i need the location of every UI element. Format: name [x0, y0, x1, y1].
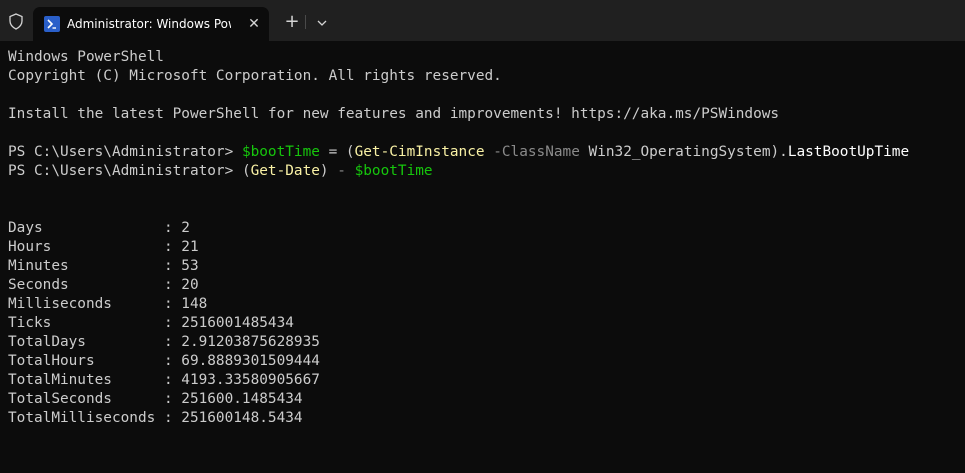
banner-line: Windows PowerShell: [8, 49, 164, 65]
operator: =: [319, 144, 346, 160]
cmdlet: Get-CimInstance: [354, 144, 485, 160]
output-line: Minutes : 53: [8, 258, 199, 274]
command-line-1: PS C:\Users\Administrator> $bootTime = (…: [8, 143, 958, 162]
paren: (: [241, 163, 251, 179]
output-line: Ticks : 2516001485434: [8, 315, 294, 331]
banner-line: [8, 86, 958, 105]
title-bar: Administrator: Windows PowerShell ✕ +: [0, 0, 965, 41]
tab-title: Administrator: Windows PowerShell: [67, 17, 231, 31]
property: LastBootUpTime: [787, 144, 910, 160]
output-line: Hours : 21: [8, 239, 199, 255]
output-line: TotalSeconds : 251600.1485434: [8, 391, 303, 407]
cmdlet: Get-Date: [250, 163, 320, 179]
output-line: TotalMinutes : 4193.33580905667: [8, 372, 320, 388]
prompt: PS C:\Users\Administrator>: [8, 144, 242, 160]
operator: -: [328, 163, 355, 179]
output-line: TotalMilliseconds : 251600148.5434: [8, 410, 303, 426]
tab-powershell[interactable]: Administrator: Windows PowerShell ✕: [33, 7, 269, 41]
paren: ): [319, 163, 329, 179]
new-tab-button[interactable]: +: [281, 12, 303, 34]
output-line: Days : 2: [8, 220, 190, 236]
paren: ).: [770, 144, 788, 160]
chevron-down-icon[interactable]: [311, 12, 333, 34]
output-line: Seconds : 20: [8, 277, 199, 293]
terminal-output[interactable]: Windows PowerShell Copyright (C) Microso…: [8, 48, 958, 468]
toolbar-separator: [305, 15, 306, 29]
command-line-2: PS C:\Users\Administrator> (Get-Date) - …: [8, 162, 958, 181]
variable: $bootTime: [354, 163, 433, 179]
parameter: -ClassName: [493, 144, 580, 160]
banner-line: Copyright (C) Microsoft Corporation. All…: [8, 68, 502, 84]
output-line: TotalHours : 69.8889301509444: [8, 353, 320, 369]
paren: (: [345, 144, 355, 160]
tab-close-button[interactable]: ✕: [245, 15, 263, 33]
banner-line: Install the latest PowerShell for new fe…: [8, 106, 780, 122]
variable: $bootTime: [241, 144, 320, 160]
banner-line: [8, 124, 958, 143]
powershell-icon: [44, 16, 60, 32]
shield-icon: [9, 13, 23, 30]
output-line: Milliseconds : 148: [8, 296, 208, 312]
argument: Win32_OperatingSystem: [579, 144, 771, 160]
output-line: TotalDays : 2.91203875628935: [8, 334, 320, 350]
prompt: PS C:\Users\Administrator>: [8, 163, 242, 179]
